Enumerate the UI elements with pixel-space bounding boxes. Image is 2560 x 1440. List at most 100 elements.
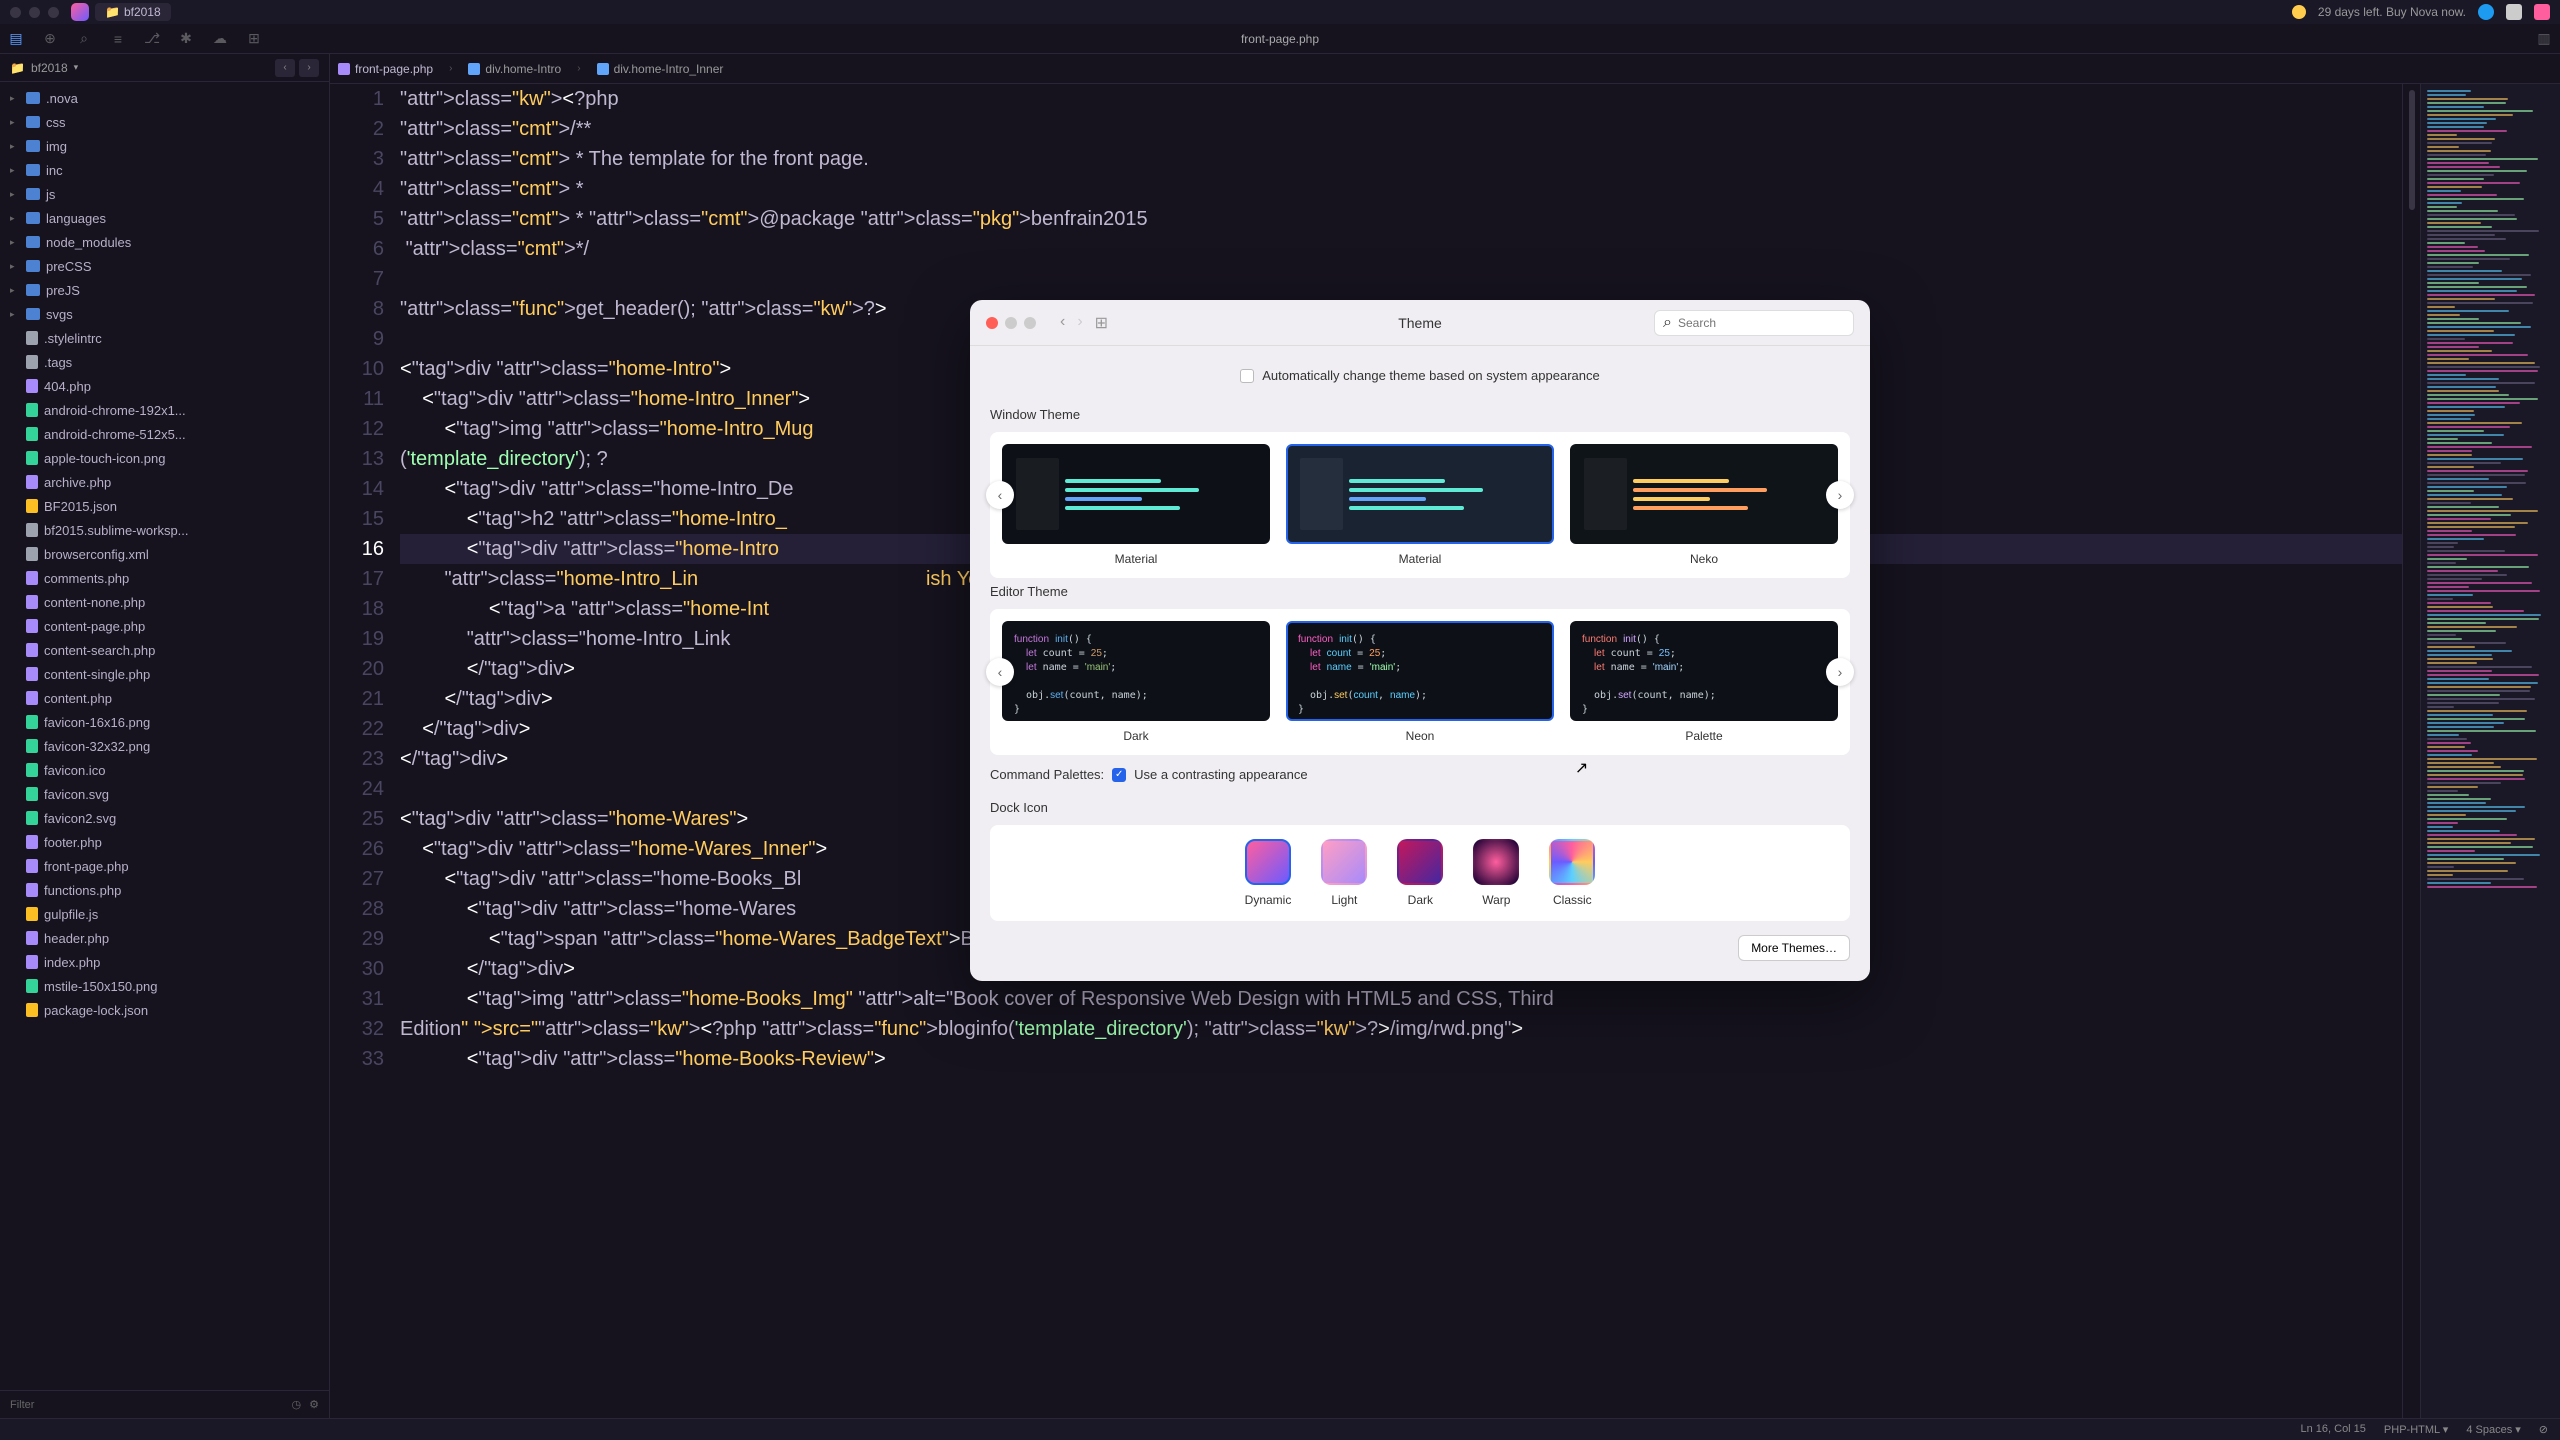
tree-file[interactable]: favicon.svg: [0, 782, 329, 806]
dock-icon-option[interactable]: Warp: [1473, 839, 1519, 907]
settings-icon[interactable]: ⚙: [309, 1398, 319, 1411]
dock-icon-option[interactable]: Dynamic: [1245, 839, 1292, 907]
nav-forward-button[interactable]: ›: [299, 59, 319, 77]
zoom-window-button[interactable]: [48, 7, 59, 18]
next-window-theme-button[interactable]: ›: [1826, 481, 1854, 509]
tree-folder[interactable]: ▸preJS: [0, 278, 329, 302]
sidebar-project-name[interactable]: bf2018: [31, 61, 68, 75]
issues-icon[interactable]: ⊘: [2539, 1423, 2548, 1436]
tree-folder[interactable]: ▸preCSS: [0, 254, 329, 278]
tree-file[interactable]: .tags: [0, 350, 329, 374]
tree-file[interactable]: comments.php: [0, 566, 329, 590]
tree-folder[interactable]: ▸inc: [0, 158, 329, 182]
chevron-down-icon[interactable]: ▾: [74, 62, 79, 73]
tree-file[interactable]: gulpfile.js: [0, 902, 329, 926]
next-editor-theme-button[interactable]: ›: [1826, 658, 1854, 686]
sync-icon[interactable]: [2478, 4, 2494, 20]
prefs-minimize-button[interactable]: [1005, 317, 1017, 329]
sidebar-right-icon[interactable]: ▥: [2536, 31, 2552, 47]
prev-window-theme-button[interactable]: ‹: [986, 481, 1014, 509]
prefs-zoom-button[interactable]: [1024, 317, 1036, 329]
tree-file[interactable]: content.php: [0, 686, 329, 710]
tree-file[interactable]: content-page.php: [0, 614, 329, 638]
prefs-grid-button[interactable]: ⊞: [1095, 313, 1108, 333]
editor-theme-card[interactable]: function init() { let count = 25; let na…: [1002, 621, 1270, 743]
remote-icon[interactable]: ⊕: [42, 31, 58, 47]
prefs-close-button[interactable]: [986, 317, 998, 329]
tree-file[interactable]: header.php: [0, 926, 329, 950]
tree-file[interactable]: apple-touch-icon.png: [0, 446, 329, 470]
dock-icon-option[interactable]: Dark: [1397, 839, 1443, 907]
symbols-icon[interactable]: ≡: [110, 31, 126, 47]
window-theme-card[interactable]: Material: [1286, 444, 1554, 566]
tree-file[interactable]: package-lock.json: [0, 998, 329, 1022]
nav-back-button[interactable]: ‹: [275, 59, 295, 77]
file-tree[interactable]: ▸.nova▸css▸img▸inc▸js▸languages▸node_mod…: [0, 82, 329, 1390]
tree-file[interactable]: favicon-32x32.png: [0, 734, 329, 758]
tree-folder[interactable]: ▸img: [0, 134, 329, 158]
window-theme-card[interactable]: Material: [1002, 444, 1270, 566]
window-theme-card[interactable]: Neko: [1570, 444, 1838, 566]
tree-folder[interactable]: ▸css: [0, 110, 329, 134]
tree-folder[interactable]: ▸languages: [0, 206, 329, 230]
tree-file[interactable]: front-page.php: [0, 854, 329, 878]
tree-file[interactable]: functions.php: [0, 878, 329, 902]
tree-folder[interactable]: ▸js: [0, 182, 329, 206]
dock-icon-option[interactable]: Classic: [1549, 839, 1595, 907]
tree-file[interactable]: android-chrome-192x1...: [0, 398, 329, 422]
indent-mode[interactable]: 4 Spaces ▾: [2466, 1423, 2520, 1436]
language-mode[interactable]: PHP-HTML ▾: [2384, 1423, 2448, 1436]
dock-icon-option[interactable]: Light: [1321, 839, 1367, 907]
scrollbar-track[interactable]: [2402, 84, 2420, 1418]
tree-file[interactable]: .stylelintrc: [0, 326, 329, 350]
publish-icon[interactable]: ☁: [212, 31, 228, 47]
editor-theme-card[interactable]: function init() { let count = 25; let na…: [1286, 621, 1554, 743]
tree-file[interactable]: favicon2.svg: [0, 806, 329, 830]
close-window-button[interactable]: [10, 7, 21, 18]
clock-icon[interactable]: ◷: [292, 1398, 302, 1411]
prev-editor-theme-button[interactable]: ‹: [986, 658, 1014, 686]
prefs-search-input[interactable]: [1678, 316, 1845, 330]
more-themes-button[interactable]: More Themes…: [1738, 935, 1850, 961]
project-selector[interactable]: 📁 bf2018: [95, 3, 171, 21]
tree-file[interactable]: BF2015.json: [0, 494, 329, 518]
contrasting-appearance-checkbox[interactable]: [1112, 768, 1126, 782]
breadcrumb-item[interactable]: div.home-Intro_Inner: [597, 62, 724, 76]
prefs-search[interactable]: ⌕: [1654, 310, 1854, 336]
auto-theme-checkbox[interactable]: [1240, 369, 1254, 383]
breadcrumb-file[interactable]: front-page.php: [338, 62, 433, 76]
tree-file[interactable]: index.php: [0, 950, 329, 974]
tree-folder[interactable]: ▸.nova: [0, 86, 329, 110]
tree-file[interactable]: android-chrome-512x5...: [0, 422, 329, 446]
breadcrumb-item[interactable]: div.home-Intro: [468, 62, 561, 76]
minimize-window-button[interactable]: [29, 7, 40, 18]
tree-file[interactable]: favicon.ico: [0, 758, 329, 782]
cursor-position[interactable]: Ln 16, Col 15: [2300, 1423, 2365, 1436]
grid-icon[interactable]: ⊞: [246, 31, 262, 47]
tree-file[interactable]: favicon-16x16.png: [0, 710, 329, 734]
tree-file[interactable]: content-single.php: [0, 662, 329, 686]
scrollbar-thumb[interactable]: [2409, 90, 2415, 210]
tree-folder[interactable]: ▸svgs: [0, 302, 329, 326]
tree-file[interactable]: footer.php: [0, 830, 329, 854]
add-icon[interactable]: [2534, 4, 2550, 20]
clips-icon[interactable]: ✱: [178, 31, 194, 47]
tree-file[interactable]: mstile-150x150.png: [0, 974, 329, 998]
panel-icon[interactable]: [2506, 4, 2522, 20]
tree-file[interactable]: archive.php: [0, 470, 329, 494]
prefs-back-button[interactable]: ‹: [1060, 313, 1065, 333]
git-icon[interactable]: ⎇: [144, 31, 160, 47]
prefs-forward-button[interactable]: ›: [1077, 313, 1082, 333]
search-icon[interactable]: ⌕: [76, 31, 92, 47]
minimap[interactable]: [2420, 84, 2560, 1418]
tree-file[interactable]: bf2015.sublime-worksp...: [0, 518, 329, 542]
tree-file[interactable]: content-none.php: [0, 590, 329, 614]
tree-file[interactable]: 404.php: [0, 374, 329, 398]
trial-text[interactable]: 29 days left. Buy Nova now.: [2318, 5, 2466, 19]
editor-theme-card[interactable]: function init() { let count = 25; let na…: [1570, 621, 1838, 743]
filter-input[interactable]: Filter: [10, 1399, 34, 1411]
tree-folder[interactable]: ▸node_modules: [0, 230, 329, 254]
tree-file[interactable]: browserconfig.xml: [0, 542, 329, 566]
files-icon[interactable]: ▤: [8, 31, 24, 47]
tree-file[interactable]: content-search.php: [0, 638, 329, 662]
